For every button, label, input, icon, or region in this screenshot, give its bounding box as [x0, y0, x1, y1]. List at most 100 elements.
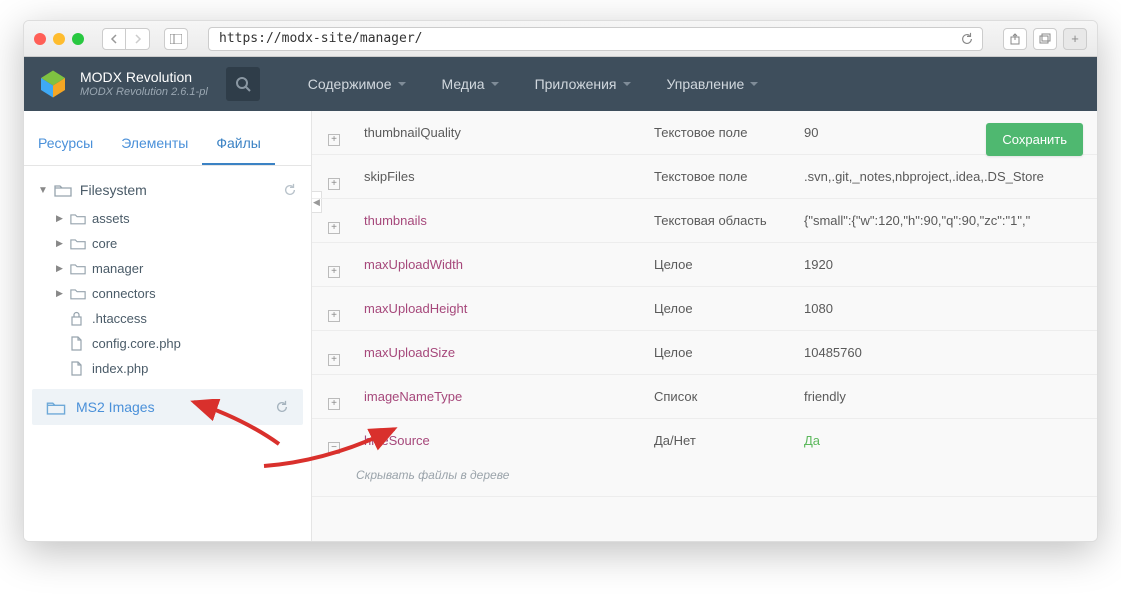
- tree-node[interactable]: ▶ connectors: [34, 281, 311, 306]
- minimize-window-button[interactable]: [53, 33, 65, 45]
- caret-down-icon: [491, 82, 499, 86]
- setting-value[interactable]: 10485760: [796, 331, 1097, 374]
- expand-toggle[interactable]: +: [328, 310, 340, 322]
- tree-node-label: .htaccess: [92, 311, 147, 326]
- back-button[interactable]: [102, 28, 126, 50]
- app-header: MODX Revolution MODX Revolution 2.6.1-pl…: [24, 57, 1097, 111]
- setting-value[interactable]: 1920: [796, 243, 1097, 286]
- menu-item-3[interactable]: Управление: [649, 57, 777, 111]
- tree-node-label: connectors: [92, 286, 156, 301]
- chevron-right-icon: ▶: [56, 213, 66, 224]
- tree-root-label: Filesystem: [80, 182, 147, 198]
- reload-icon[interactable]: [960, 32, 974, 46]
- tree-node[interactable]: index.php: [34, 356, 311, 381]
- share-button[interactable]: [1003, 28, 1027, 50]
- search-icon: [235, 76, 251, 92]
- nav-back-forward: [102, 28, 150, 50]
- folder-open-icon: [46, 400, 66, 415]
- refresh-icon[interactable]: [283, 183, 297, 197]
- folder-open-icon: [54, 183, 72, 197]
- settings-grid: +thumbnailQualityТекстовое поле90+skipFi…: [312, 111, 1097, 497]
- tree-root-filesystem[interactable]: ▼ Filesystem: [24, 174, 311, 206]
- tree-node-label: index.php: [92, 361, 148, 376]
- tree-node[interactable]: ▶ manager: [34, 256, 311, 281]
- sidebar: РесурсыЭлементыФайлы ▼ Filesystem ▶ asset…: [24, 111, 312, 541]
- tree-node[interactable]: ▶core: [34, 231, 311, 256]
- settings-row: +maxUploadHeightЦелое1080: [312, 287, 1097, 331]
- main-panel: Сохранить + thumbnailQuality Текстовое пол…: [312, 111, 1097, 541]
- save-button[interactable]: Сохранить: [986, 123, 1083, 156]
- chevron-right-icon: ▶: [56, 288, 66, 299]
- setting-name[interactable]: thumbnails: [364, 213, 427, 228]
- tree-node-label: assets: [92, 211, 130, 226]
- setting-name[interactable]: maxUploadSize: [364, 345, 455, 360]
- setting-type: Текстовое поле: [646, 155, 796, 198]
- setting-description: Скрывать файлы в дереве: [312, 462, 1097, 496]
- url-text: https://modx-site/manager/: [219, 31, 423, 46]
- brand: MODX Revolution MODX Revolution 2.6.1-pl: [80, 70, 208, 97]
- tree-node[interactable]: config.core.php: [34, 331, 311, 356]
- tree-node-label: manager: [92, 261, 143, 276]
- expand-toggle[interactable]: +: [328, 398, 340, 410]
- close-window-button[interactable]: [34, 33, 46, 45]
- new-tab-button[interactable]: +: [1063, 28, 1087, 50]
- setting-name: skipFiles: [364, 169, 415, 184]
- settings-row: +thumbnailsТекстовая область{"small":{"w…: [312, 199, 1097, 243]
- setting-value[interactable]: friendly: [796, 375, 1097, 418]
- expand-toggle[interactable]: +: [328, 222, 340, 234]
- tree-node[interactable]: .htaccess: [34, 306, 311, 331]
- address-bar[interactable]: https://modx-site/manager/: [208, 27, 983, 51]
- refresh-icon[interactable]: [275, 400, 289, 414]
- zoom-window-button[interactable]: [72, 33, 84, 45]
- setting-name[interactable]: hideSource: [364, 433, 430, 448]
- settings-row: + skipFiles Текстовое поле.svn,.git,_notes…: [312, 155, 1097, 199]
- expand-toggle[interactable]: +: [328, 266, 340, 278]
- expand-toggle[interactable]: +: [328, 178, 340, 190]
- tree-source-label: MS2 Images: [76, 399, 155, 415]
- caret-down-icon: [623, 82, 631, 86]
- sidebar-tab-1[interactable]: Элементы: [107, 125, 202, 165]
- menu-item-0[interactable]: Содержимое: [290, 57, 424, 111]
- tree-node-label: core: [92, 236, 117, 251]
- traffic-lights: [34, 33, 84, 45]
- search-button[interactable]: [226, 67, 260, 101]
- folder-icon: [70, 237, 88, 250]
- sidebar-tab-0[interactable]: Ресурсы: [24, 125, 107, 165]
- setting-value[interactable]: 1080: [796, 287, 1097, 330]
- file-icon: [70, 361, 88, 376]
- settings-row: +thumbnailQualityТекстовое поле90: [312, 111, 1097, 155]
- caret-down-icon: [750, 82, 758, 86]
- tabs-button[interactable]: [1033, 28, 1057, 50]
- tree-node-label: config.core.php: [92, 336, 181, 351]
- menu-item-2[interactable]: Приложения: [517, 57, 649, 111]
- sidebar-toggle-button[interactable]: [164, 28, 188, 50]
- expand-toggle[interactable]: −: [328, 442, 340, 454]
- setting-value[interactable]: Да: [796, 419, 1097, 462]
- setting-value[interactable]: {"small":{"w":120,"h":90,"q":90,"zc":"1"…: [796, 199, 1097, 242]
- folder-icon: [70, 287, 88, 300]
- browser-window: https://modx-site/manager/ + MODX Revolu…: [23, 20, 1098, 542]
- brand-version: MODX Revolution 2.6.1-pl: [80, 86, 208, 98]
- caret-down-icon: [398, 82, 406, 86]
- setting-name: thumbnailQuality: [364, 125, 461, 140]
- sidebar-tab-2[interactable]: Файлы: [202, 125, 274, 165]
- expand-toggle[interactable]: +: [328, 354, 340, 366]
- setting-name[interactable]: imageNameType: [364, 389, 462, 404]
- forward-button[interactable]: [126, 28, 150, 50]
- modx-logo-icon: [38, 69, 68, 99]
- chevron-down-icon: ▼: [38, 185, 48, 196]
- setting-value[interactable]: .svn,.git,_notes,nbproject,.idea,.DS_Sto…: [796, 155, 1097, 198]
- titlebar: https://modx-site/manager/ +: [24, 21, 1097, 57]
- tree-node[interactable]: ▶ assets: [34, 206, 311, 231]
- chevron-right-icon: ▶: [56, 263, 66, 274]
- setting-name[interactable]: maxUploadWidth: [364, 257, 463, 272]
- brand-title: MODX Revolution: [80, 70, 208, 85]
- menu-item-1[interactable]: Медиа: [424, 57, 517, 111]
- settings-row: −hideSourceДа/НетДаСкрывать файлы в дере…: [312, 419, 1097, 497]
- tree-source-ms2-images[interactable]: MS2 Images: [32, 389, 303, 425]
- folder-icon: [70, 262, 88, 275]
- file-tree: ▼ Filesystem ▶ assets ▶core ▶ manager ▶ connec…: [24, 166, 311, 433]
- expand-toggle[interactable]: +: [328, 134, 340, 146]
- app-body: РесурсыЭлементыФайлы ▼ Filesystem ▶ asset…: [24, 111, 1097, 541]
- setting-name[interactable]: maxUploadHeight: [364, 301, 467, 316]
